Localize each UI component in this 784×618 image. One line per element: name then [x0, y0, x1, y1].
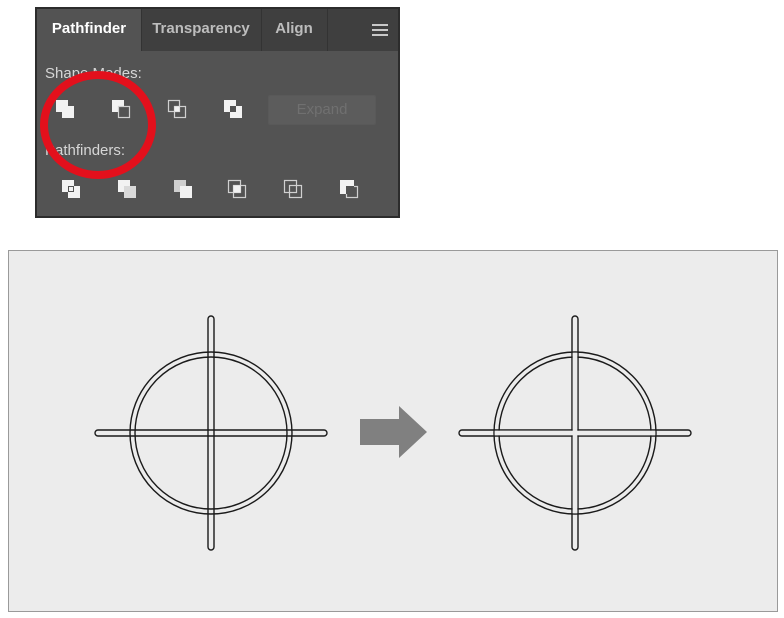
crosshair-before	[94, 315, 328, 551]
unite-icon[interactable]	[53, 97, 77, 121]
merge-icon[interactable]	[171, 177, 195, 201]
shape-modes-label: Shape Modes:	[45, 65, 142, 82]
before-after-illustration	[8, 250, 778, 612]
red-highlight-circle	[40, 71, 156, 179]
tab-align[interactable]: Align	[261, 9, 328, 51]
expand-button[interactable]: Expand	[268, 95, 376, 125]
exclude-icon[interactable]	[221, 97, 245, 121]
crosshair-after	[458, 315, 692, 551]
hamburger-menu-icon[interactable]	[372, 24, 388, 36]
pathfinders-label: Pathfinders:	[45, 142, 126, 159]
divide-icon[interactable]	[59, 177, 83, 201]
tab-pathfinder[interactable]: Pathfinder	[37, 9, 142, 51]
minus-front-icon[interactable]	[109, 97, 133, 121]
panel-tab-bar: Pathfinder Transparency Align	[37, 9, 398, 51]
minus-back-icon[interactable]	[337, 177, 361, 201]
trim-icon[interactable]	[115, 177, 139, 201]
crosshair-diagram	[94, 315, 692, 551]
outline-icon[interactable]	[281, 177, 305, 201]
intersect-icon[interactable]	[165, 97, 189, 121]
pathfinder-panel: Pathfinder Transparency Align Shape Mode…	[35, 7, 400, 218]
arrow-right-icon	[360, 406, 427, 458]
crop-icon[interactable]	[225, 177, 249, 201]
tab-transparency[interactable]: Transparency	[141, 9, 262, 51]
